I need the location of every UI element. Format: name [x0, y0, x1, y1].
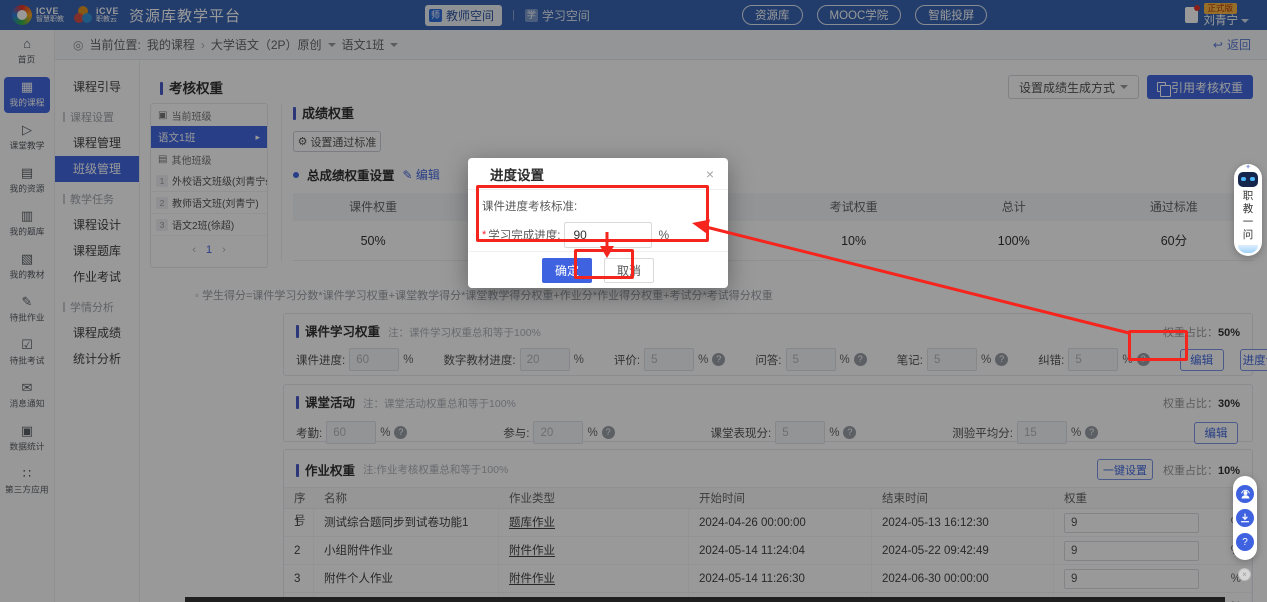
download-icon[interactable]	[1236, 509, 1254, 527]
side-toolbar: ?	[1233, 476, 1257, 560]
close-icon[interactable]: ×	[1238, 568, 1251, 581]
assistant-label: 职教一问	[1242, 190, 1254, 243]
percent-unit: %	[658, 228, 669, 242]
help-icon[interactable]: ?	[1236, 533, 1254, 551]
bottom-scrollbar[interactable]	[185, 597, 1225, 602]
customer-service-icon[interactable]	[1236, 485, 1254, 503]
cancel-button[interactable]: 取消	[604, 258, 654, 283]
progress-settings-modal: 进度设置 × 课件进度考核标准: * 学习完成进度: % 确定 取消	[468, 158, 728, 288]
robot-icon	[1238, 172, 1258, 187]
wave-decoration	[1238, 245, 1258, 253]
sparkle-icon: ✦	[1245, 164, 1251, 172]
app-window: ICVE 智慧职教 iCVE 职教云 资源库教学平台 师 教师空间 | 学 学习…	[0, 0, 1267, 602]
modal-overlay[interactable]	[0, 0, 1267, 602]
progress-field-label: 学习完成进度:	[488, 227, 560, 243]
criteria-label: 课件进度考核标准:	[482, 198, 714, 214]
modal-title: 进度设置	[490, 164, 544, 184]
confirm-button[interactable]: 确定	[542, 258, 592, 283]
completion-progress-input[interactable]	[564, 222, 652, 248]
close-icon[interactable]: ×	[706, 167, 714, 181]
assistant-widget[interactable]: ✦ 职教一问	[1234, 164, 1262, 256]
required-mark: *	[482, 229, 486, 241]
